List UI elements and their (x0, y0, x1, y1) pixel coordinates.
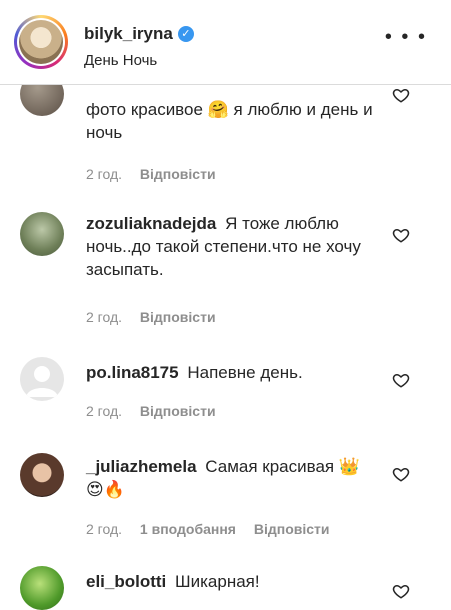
comment-time: 2 год. (86, 166, 123, 182)
reply-button[interactable]: Відповісти (140, 166, 216, 182)
comment-avatar[interactable] (20, 453, 64, 497)
header-username[interactable]: bilyk_iryna (84, 24, 173, 43)
comment-avatar[interactable] (20, 212, 64, 256)
verified-badge-icon: ✓ (177, 26, 194, 42)
likes-count-button[interactable]: 1 вподобання (140, 521, 236, 537)
reply-button[interactable]: Відповісти (140, 403, 216, 419)
more-options-icon[interactable]: • • • (385, 27, 427, 47)
comment-username[interactable]: _juliazhemela (86, 457, 197, 476)
comment-body: Шикарная! (175, 572, 260, 591)
comment-username[interactable]: zozuliaknadejda (86, 214, 216, 233)
reply-button[interactable]: Відповісти (254, 521, 330, 537)
comment-time: 2 год. (86, 403, 123, 419)
heart-outline-icon[interactable] (392, 465, 410, 483)
comment-username[interactable]: po.lina8175 (86, 363, 179, 382)
post-header: bilyk_iryna ✓ День Ночь • • • (0, 0, 451, 85)
comment-avatar[interactable] (20, 566, 64, 610)
heart-outline-icon[interactable] (392, 86, 410, 104)
comment-text: фото красивое 🤗 я люблю и день и ночь (86, 98, 376, 144)
reply-button[interactable]: Відповісти (140, 309, 216, 325)
comment-meta: 2 год. Відповісти (86, 403, 230, 419)
comment-body: фото красивое 🤗 я люблю и день и ночь (86, 100, 373, 142)
comment-avatar[interactable] (20, 357, 64, 401)
header-username-row[interactable]: bilyk_iryna ✓ (84, 24, 194, 44)
header-subtitle: День Ночь (84, 52, 158, 69)
comment-meta: 2 год. Відповісти (86, 166, 230, 182)
comment-text: po.lina8175 Напевне день. (86, 361, 376, 384)
comment-username[interactable]: eli_bolotti (86, 572, 166, 591)
comment-meta: 2 год. 1 вподобання Відповісти (86, 521, 344, 537)
heart-outline-icon[interactable] (392, 582, 410, 600)
comment-time: 2 год. (86, 309, 123, 325)
comment-meta: 2 год. Відповісти (86, 309, 230, 325)
heart-outline-icon[interactable] (392, 371, 410, 389)
comment-time: 2 год. (86, 521, 123, 537)
comment-text: eli_bolotti Шикарная! (86, 570, 376, 593)
default-avatar-icon (26, 366, 58, 397)
comment-text: _juliazhemela Самая красивая 👑😍🔥 (86, 455, 376, 501)
comment-text: zozuliaknadejda Я тоже люблю ночь..до та… (86, 212, 376, 281)
profile-avatar[interactable] (14, 15, 68, 69)
heart-outline-icon[interactable] (392, 226, 410, 244)
comment-body: Напевне день. (187, 363, 303, 382)
